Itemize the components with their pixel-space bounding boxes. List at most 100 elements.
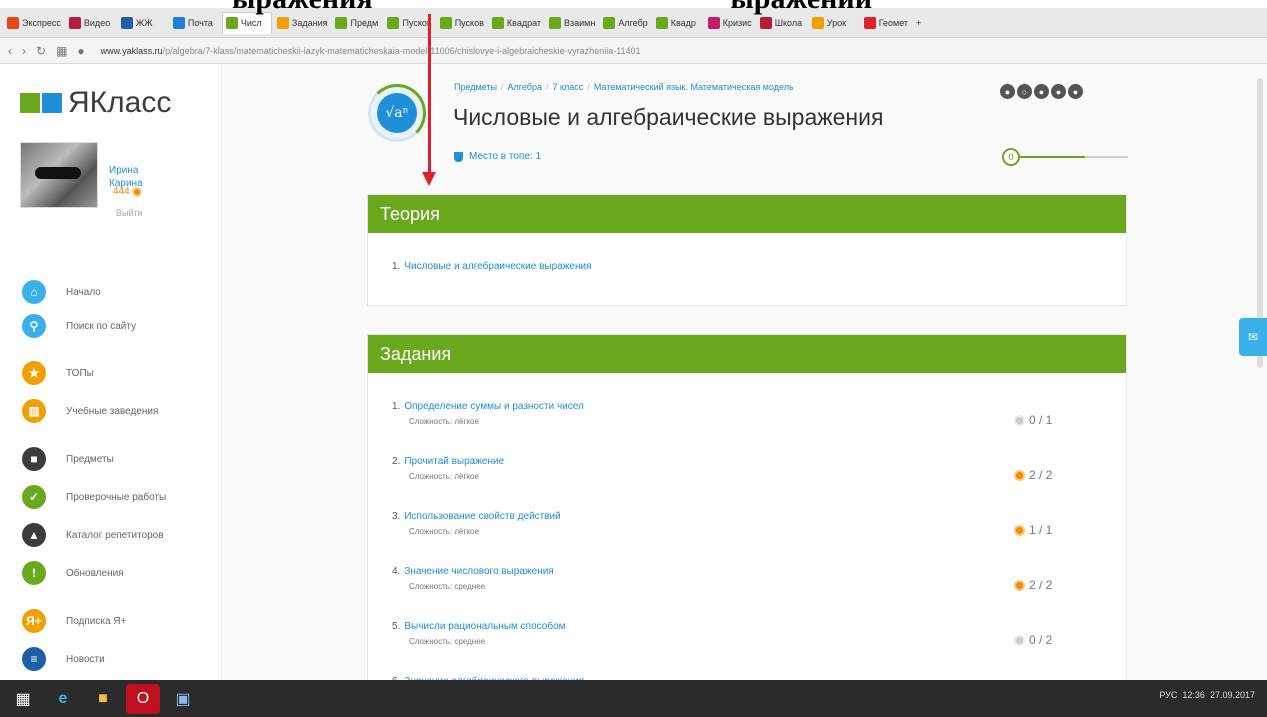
sidebar-item[interactable]: ≡ Новости xyxy=(22,647,105,671)
tray-language[interactable]: РУС xyxy=(1159,690,1177,700)
sidebar-item-label: Учебные заведения xyxy=(66,405,159,417)
site-info-icon[interactable]: ● xyxy=(77,44,84,58)
sidebar: ЯКласс Ирина Карина 444 Выйти ⌂ Начало ⚲ По… xyxy=(0,64,222,680)
tray-time[interactable]: 12:36 xyxy=(1182,690,1205,700)
sidebar-item-icon: ⚲ xyxy=(22,314,46,338)
tab-label: ЖЖ xyxy=(135,17,153,28)
breadcrumb-link[interactable]: Математический язык. Математическая моде… xyxy=(594,82,794,92)
opera-icon[interactable]: O xyxy=(126,683,160,714)
task-row: 4. Значение числового выражения Сложность:… xyxy=(392,566,1112,606)
avatar[interactable] xyxy=(20,142,98,208)
logout-link[interactable]: Выйти xyxy=(116,208,143,218)
rank-link[interactable]: Место в топе: 1 xyxy=(454,151,541,162)
sidebar-item-label: Обновления xyxy=(66,567,124,579)
logo-square-blue xyxy=(42,93,62,113)
main-content: √aⁿ Предметы / Алгебра/7 класс / Математичес… xyxy=(222,64,1267,702)
breadcrumb-separator: / xyxy=(501,82,504,92)
tab-favicon-icon xyxy=(491,16,504,29)
sidebar-item[interactable]: ! Обновления xyxy=(22,561,124,585)
task-number: 4. xyxy=(392,566,401,577)
sidebar-item[interactable]: ✓ Проверочные работы xyxy=(22,485,166,509)
breadcrumb-link[interactable]: Алгебра xyxy=(508,82,542,92)
task-difficulty: Сложность: лёгкое xyxy=(409,527,479,536)
task-link[interactable]: 1. Определение суммы и разности чисел xyxy=(392,401,1112,412)
app-icon[interactable]: ▣ xyxy=(166,684,200,714)
browser-tab[interactable]: ЖЖ xyxy=(118,12,168,34)
browser-tab[interactable]: Почта xyxy=(170,12,220,34)
url-path: /p/algebra/7-klass/matematicheskii-iazyk… xyxy=(162,45,641,56)
sidebar-item-label: Предметы xyxy=(66,453,114,465)
breadcrumb-link[interactable]: 7 класс xyxy=(552,82,583,92)
browser-tab[interactable]: Экспресс xyxy=(4,12,64,34)
logo[interactable]: ЯКласс xyxy=(20,86,171,120)
overlay-heading-left: ыражения xyxy=(232,0,373,16)
tab-label: Школа xyxy=(774,17,803,28)
sidebar-item-icon: ✓ xyxy=(22,485,46,509)
tab-favicon-icon xyxy=(335,16,348,29)
breadcrumb: Предметы / Алгебра/7 класс / Математический … xyxy=(454,82,794,92)
feedback-tab[interactable]: ✉ xyxy=(1239,318,1267,356)
tasks-title: Задания xyxy=(368,335,1126,373)
progress-ring: 0 xyxy=(1002,148,1020,166)
theory-title: Теория xyxy=(368,195,1126,233)
url-host: www.yaklass.ru xyxy=(100,45,163,56)
coin-icon xyxy=(131,186,142,197)
share-icon-1[interactable]: ● xyxy=(1000,84,1015,99)
url-field[interactable]: www.yaklass.ru/p/algebra/7-klass/matemat… xyxy=(101,46,641,56)
score-status-icon xyxy=(1014,634,1025,646)
sidebar-item-label: Начало xyxy=(66,286,101,298)
sidebar-item[interactable]: ▲ Каталог репетиторов xyxy=(22,523,164,547)
ie-icon[interactable]: e xyxy=(46,684,80,714)
back-icon[interactable]: ‹ xyxy=(8,44,12,58)
tab-label: Числ xyxy=(240,18,262,28)
folder-icon[interactable]: ■ xyxy=(86,684,120,714)
score-status-icon xyxy=(1014,579,1025,591)
address-bar: ‹ › ↻ ▦ ● www.yaklass.ru/p/algebra/7-kla… xyxy=(0,38,1267,64)
breadcrumb-link[interactable]: Предметы xyxy=(454,82,497,92)
sidebar-item-label: Новости xyxy=(66,653,105,665)
user-points: 444 xyxy=(113,186,142,197)
breadcrumb-separator: / xyxy=(545,82,549,92)
task-score: 2 / 2 xyxy=(1014,578,1052,592)
sidebar-item[interactable]: Я+ Подписка Я+ xyxy=(22,609,126,633)
windows-start-icon[interactable]: ▦ xyxy=(6,684,40,714)
task-row: 2. Прочитай выражение Сложность: лёгкое 2 /… xyxy=(392,456,1112,496)
red-arrow-shaft xyxy=(428,14,431,174)
task-row: 1. Определение суммы и разности чисел Слож… xyxy=(392,401,1112,441)
theory-item[interactable]: 1. Числовые и алгебраические выражения xyxy=(392,261,592,272)
speed-dial-icon[interactable]: ▦ xyxy=(56,44,67,58)
browser-tab[interactable]: Видео xyxy=(66,12,116,34)
sidebar-item-label: ТОПы xyxy=(66,367,94,379)
user-points-value: 444 xyxy=(113,186,130,197)
task-score-value: 1 / 1 xyxy=(1029,523,1053,537)
task-difficulty: Сложность: среднее xyxy=(409,637,486,646)
task-score-value: 2 / 2 xyxy=(1029,578,1053,592)
share-icon-3[interactable]: ● xyxy=(1034,84,1049,99)
new-tab-button[interactable]: + xyxy=(913,12,963,34)
sidebar-item-label: Проверочные работы xyxy=(66,491,167,503)
sidebar-item[interactable]: ▥ Учебные заведения xyxy=(22,399,158,423)
tab-favicon-icon xyxy=(387,16,400,29)
share-icon-5[interactable]: ● xyxy=(1068,84,1083,99)
share-icon-2[interactable]: ○ xyxy=(1017,84,1032,99)
share-icon-4[interactable]: ● xyxy=(1051,84,1066,99)
sidebar-item-icon: ★ xyxy=(22,361,46,385)
tab-label: Взаимн xyxy=(564,17,596,28)
sidebar-item-icon: ▥ xyxy=(22,399,46,423)
task-link[interactable]: 3. Использование свойств действий xyxy=(392,511,1112,522)
task-score-value: 2 / 2 xyxy=(1029,468,1053,482)
tab-favicon-icon xyxy=(439,16,452,29)
sidebar-item[interactable]: ⌂ Начало xyxy=(22,280,101,304)
sidebar-item[interactable]: ⚲ Поиск по сайту xyxy=(22,314,136,338)
sidebar-item[interactable]: ★ ТОПы xyxy=(22,361,94,385)
tab-label: Урок xyxy=(826,17,847,28)
task-link[interactable]: 2. Прочитай выражение xyxy=(392,456,1112,467)
tray-date: 27.09.2017 xyxy=(1209,690,1255,700)
tab-favicon-icon xyxy=(603,16,616,29)
forward-icon[interactable]: › xyxy=(22,44,26,58)
task-link[interactable]: 4. Значение числового выражения xyxy=(392,566,1112,577)
sidebar-item-icon: Я+ xyxy=(22,609,46,633)
task-link[interactable]: 5. Вычисли рациональным способом xyxy=(392,621,1112,632)
sidebar-item[interactable]: ■ Предметы xyxy=(22,447,114,471)
reload-icon[interactable]: ↻ xyxy=(36,44,46,58)
